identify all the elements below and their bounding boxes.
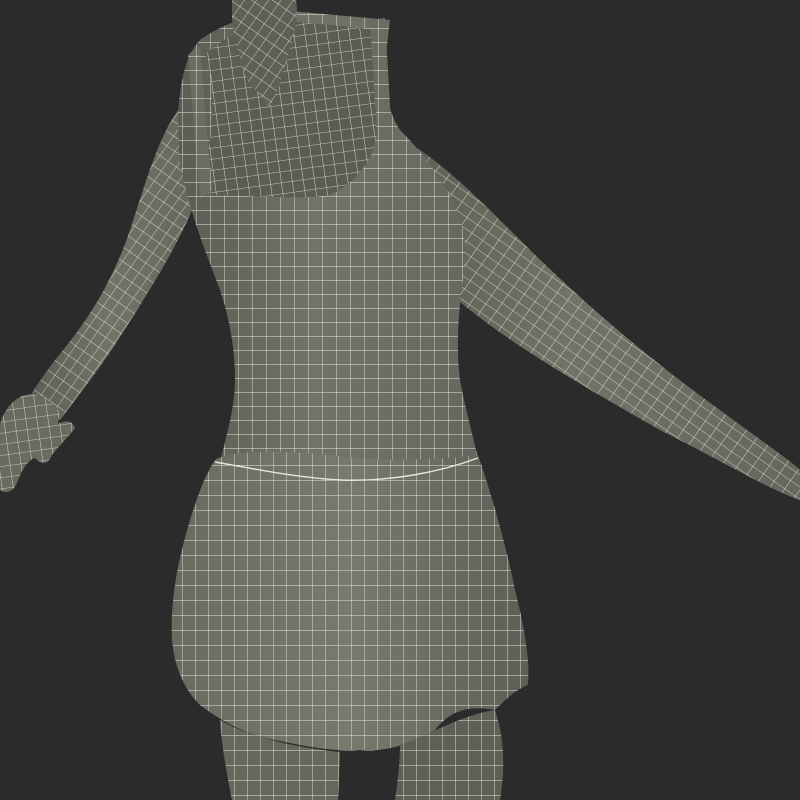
wireframe-figure [0,0,800,800]
3d-viewport [0,0,800,800]
dress-skirt [171,451,529,751]
upper-back-skin [202,20,383,198]
